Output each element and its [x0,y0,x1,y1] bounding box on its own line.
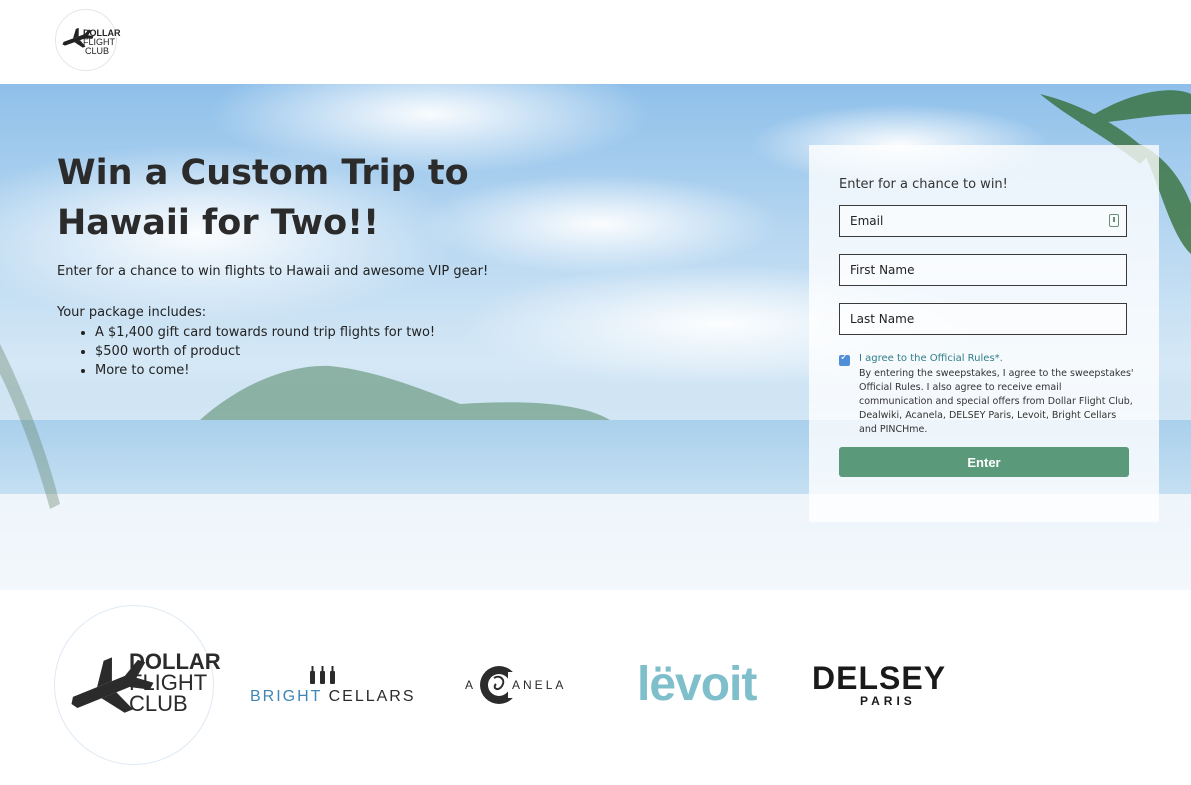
acanela-logo: A ANELA [465,678,566,692]
delsey-paris: PARIS [860,694,916,708]
wine-bottles-icon [310,666,335,684]
dollar-flight-club-wordmark: DOLLAR FLIGHT CLUB [129,649,221,716]
last-name-field[interactable] [839,303,1127,335]
dfc-line-1: DOLLAR [129,649,221,674]
form-heading: Enter for a chance to win! [839,177,1008,192]
enter-button[interactable]: Enter [839,447,1129,477]
official-rules-link[interactable]: I agree to the Official Rules*. [859,353,1003,364]
delsey-logo: DELSEY [812,660,947,696]
package-heading: Your package includes: [57,305,207,320]
dfc-line-2: FLIGHT [129,670,208,695]
package-item: $500 worth of product [95,342,435,361]
package-item: More to come! [95,361,435,380]
acanela-a: A [465,678,477,692]
entry-form: Enter for a chance to win! I agree to th… [809,145,1159,522]
bright-cellars-cellars: CELLARS [328,688,416,705]
hero-title: Win a Custom Trip to Hawaii for Two!! [57,153,469,243]
consent-text: By entering the sweepstakes, I agree to … [859,368,1134,435]
first-name-field[interactable] [839,254,1127,286]
levoit-logo: lëvoit [637,658,757,711]
site-header: DOLLAR FLIGHT CLUB [0,0,1191,84]
dfc-line-3: CLUB [129,691,188,716]
dollar-flight-club-logo[interactable]: DOLLAR FLIGHT CLUB [55,9,121,71]
package-list: A $1,400 gift card towards round trip fl… [57,323,435,380]
bright-cellars-bright: BRIGHT [250,688,323,705]
package-item: A $1,400 gift card towards round trip fl… [95,323,435,342]
email-field[interactable] [839,205,1127,237]
agree-checkbox[interactable] [839,352,850,366]
bright-cellars-logo: BRIGHT CELLARS [250,688,416,706]
autofill-icon[interactable] [1109,214,1119,227]
hero-subtitle: Enter for a chance to win flights to Haw… [57,264,489,279]
logo-line-3: CLUB [85,46,110,56]
acanela-rest: ANELA [512,678,567,692]
